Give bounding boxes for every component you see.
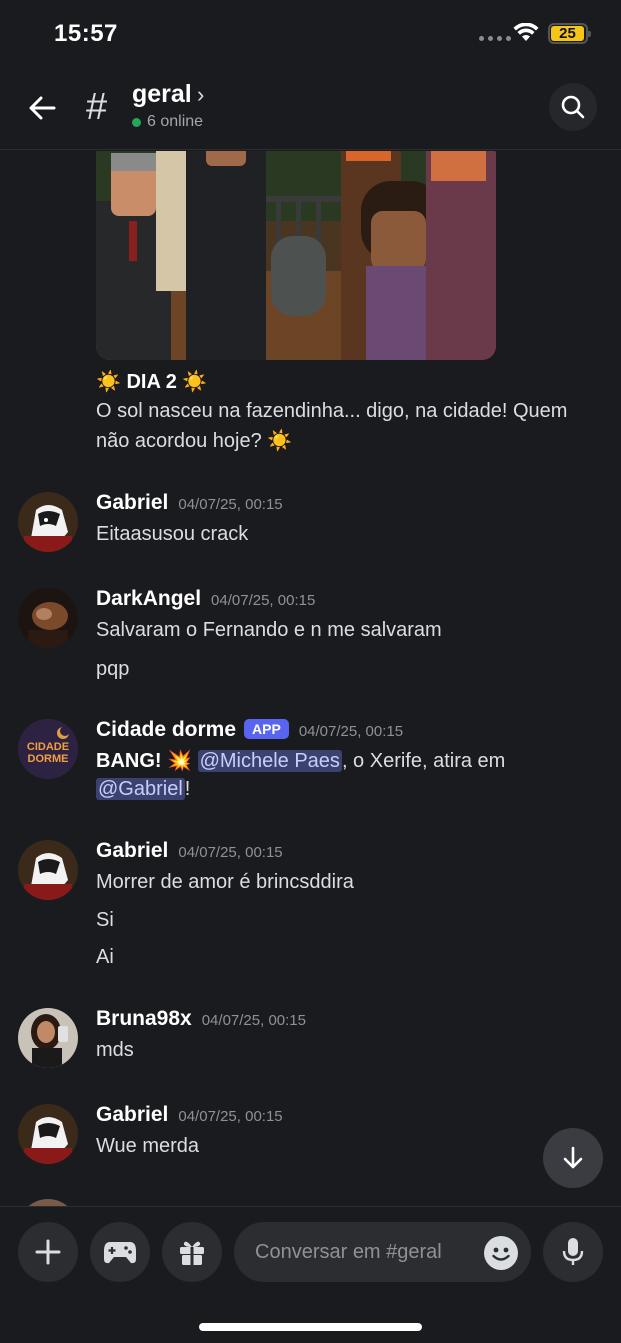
message-text-mid: , o Xerife, atira em bbox=[341, 750, 506, 772]
avatar[interactable] bbox=[18, 1104, 78, 1164]
timestamp: 04/07/25, 00:15 bbox=[178, 496, 283, 513]
intro-line-1: O sol nasceu na fazendinha... digo, na c… bbox=[96, 400, 568, 422]
message-header: Gabriel 04/07/25, 00:15 bbox=[96, 839, 283, 863]
timestamp: 04/07/25, 00:15 bbox=[178, 1108, 283, 1125]
day-title: ☀️ DIA 2 ☀️ bbox=[96, 371, 208, 393]
jump-to-bottom-button[interactable] bbox=[543, 1128, 603, 1188]
badger-avatar-icon bbox=[18, 492, 78, 552]
bang-text: BANG! 💥 bbox=[96, 750, 198, 772]
post-image[interactable] bbox=[96, 151, 496, 360]
message-text: Morrer de amor é brincsddira bbox=[96, 871, 354, 893]
avatar[interactable] bbox=[18, 840, 78, 900]
username[interactable]: Gabriel bbox=[96, 491, 168, 515]
plus-icon bbox=[35, 1239, 61, 1265]
avatar[interactable] bbox=[18, 492, 78, 552]
message-text: BANG! 💥 @Michele Paes, o Xerife, atira e… bbox=[96, 748, 505, 773]
username[interactable]: Bruna98x bbox=[96, 1007, 192, 1031]
emoji-button[interactable] bbox=[484, 1236, 518, 1270]
message-text: Salvaram o Fernando e n me salvaram bbox=[96, 619, 442, 641]
timestamp: 04/07/25, 00:15 bbox=[201, 1012, 306, 1029]
gift-button[interactable] bbox=[162, 1222, 222, 1282]
username[interactable]: DarkAngel bbox=[96, 587, 201, 611]
search-button[interactable] bbox=[549, 83, 597, 131]
logo-text-1: CIDADE bbox=[27, 741, 69, 753]
activities-button[interactable] bbox=[90, 1222, 150, 1282]
username[interactable]: Gabriel bbox=[96, 839, 168, 863]
chevron-right-icon[interactable]: › bbox=[197, 82, 204, 108]
avatar[interactable] bbox=[18, 1008, 78, 1068]
timestamp: 04/07/25, 00:15 bbox=[298, 723, 404, 740]
back-arrow-icon[interactable] bbox=[26, 92, 58, 124]
badger-avatar-icon bbox=[18, 840, 78, 900]
pixel-art-funeral-image bbox=[96, 151, 496, 360]
mention-michele[interactable]: @Michele Paes bbox=[197, 750, 342, 772]
smiley-icon bbox=[492, 1247, 510, 1261]
message-text: Eitaasusou crack bbox=[96, 523, 249, 545]
logo-text-2: DORME bbox=[28, 753, 69, 765]
message-text: pqp bbox=[96, 658, 130, 680]
app-badge: APP bbox=[244, 719, 289, 739]
intro-line-2: não acordou hoje? ☀️ bbox=[96, 430, 293, 452]
bot-avatar[interactable]: CIDADE DORME bbox=[18, 719, 78, 779]
badger-avatar-icon bbox=[18, 1104, 78, 1164]
cidade-dorme-logo-icon: CIDADE DORME bbox=[18, 719, 78, 779]
gift-icon bbox=[180, 1241, 204, 1265]
message-header: Cidade dorme APP 04/07/25, 00:15 bbox=[96, 718, 403, 742]
search-icon bbox=[561, 95, 585, 119]
gamepad-icon bbox=[104, 1242, 136, 1264]
message-feed[interactable]: ☀️ DIA 2 ☀️ O sol nasceu na fazendinha..… bbox=[0, 151, 621, 1206]
message-text: Si bbox=[96, 909, 114, 931]
online-dot-icon bbox=[132, 117, 141, 127]
add-attachment-button[interactable] bbox=[18, 1222, 78, 1282]
chat-screen: 15:57 25 # geral › 6 online ☀️ DIA 2 ☀️ … bbox=[0, 0, 621, 1343]
message-text: Wue merda bbox=[96, 1135, 200, 1157]
channel-header: # geral › 6 online bbox=[0, 68, 621, 150]
username[interactable]: Cidade dorme bbox=[96, 718, 236, 742]
status-bar: 15:57 25 bbox=[0, 0, 621, 68]
signal-icon bbox=[479, 36, 511, 41]
channel-name[interactable]: geral bbox=[132, 80, 192, 109]
clock: 15:57 bbox=[54, 20, 118, 47]
message-header: Bruna98x 04/07/25, 00:15 bbox=[96, 1007, 306, 1031]
message-text: Ai bbox=[96, 946, 114, 968]
message-header: Gabriel 04/07/25, 00:15 bbox=[96, 491, 283, 515]
avatar-partial[interactable] bbox=[18, 1199, 78, 1206]
username[interactable]: Gabriel bbox=[96, 1103, 168, 1127]
voice-message-button[interactable] bbox=[543, 1222, 603, 1282]
bruna-avatar-icon bbox=[18, 1008, 78, 1068]
microphone-icon bbox=[562, 1238, 584, 1265]
arrow-down-icon bbox=[563, 1146, 583, 1169]
message-header: DarkAngel 04/07/25, 00:15 bbox=[96, 587, 315, 611]
mention-gabriel[interactable]: @Gabriel bbox=[96, 778, 185, 800]
timestamp: 04/07/25, 00:15 bbox=[178, 844, 283, 861]
message-input-placeholder: Conversar em #geral bbox=[255, 1241, 442, 1263]
online-count: 6 online bbox=[132, 113, 203, 131]
message-text-end: ! bbox=[184, 778, 191, 800]
home-indicator[interactable] bbox=[199, 1323, 422, 1331]
message-input[interactable]: Conversar em #geral bbox=[234, 1222, 531, 1282]
timestamp: 04/07/25, 00:15 bbox=[211, 592, 316, 609]
message-text: mds bbox=[96, 1039, 134, 1061]
battery-level: 25 bbox=[551, 26, 584, 41]
wifi-icon bbox=[513, 23, 539, 41]
avatar[interactable] bbox=[18, 588, 78, 648]
battery-icon: 25 bbox=[548, 23, 591, 44]
channel-hash-icon: # bbox=[86, 86, 108, 128]
dark-angel-avatar-icon bbox=[18, 588, 78, 648]
message-header: Gabriel 04/07/25, 00:15 bbox=[96, 1103, 283, 1127]
message-text: @Gabriel! bbox=[96, 778, 190, 801]
